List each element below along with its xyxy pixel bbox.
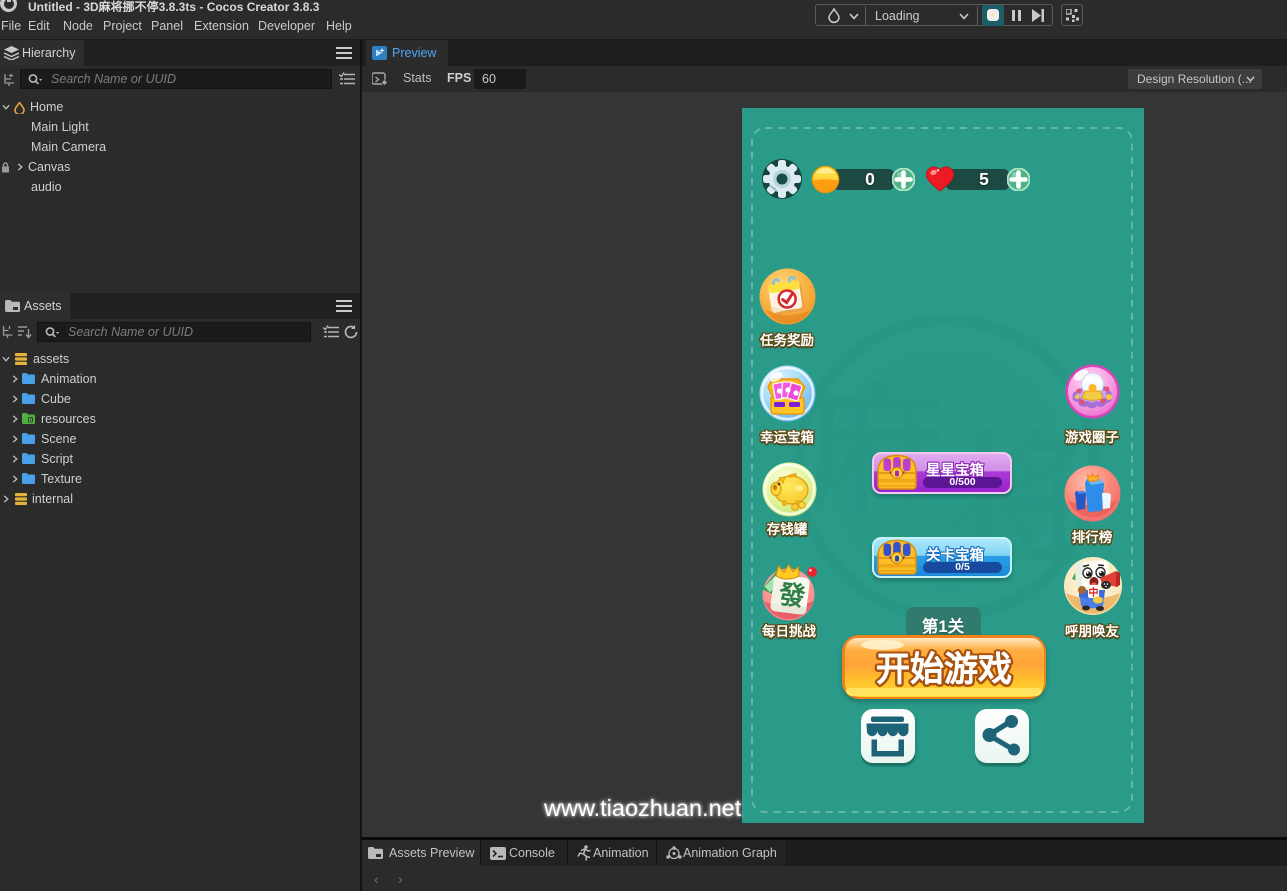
svg-text:發: 發 xyxy=(776,580,807,612)
svg-text:b: b xyxy=(29,418,32,424)
svg-text:开始游戏: 开始游戏 xyxy=(876,651,1012,689)
